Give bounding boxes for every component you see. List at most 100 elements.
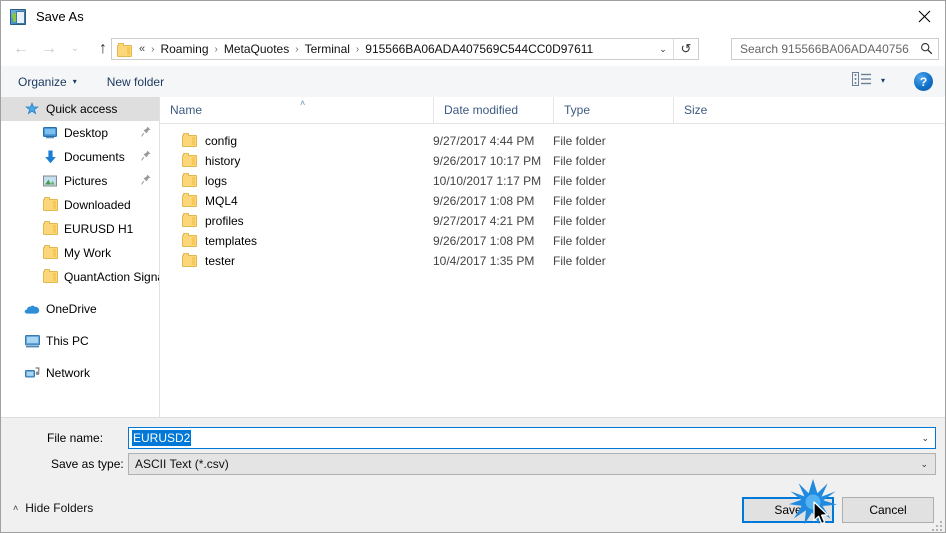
file-date: 9/26/2017 1:08 PM xyxy=(433,234,535,248)
file-date: 10/4/2017 1:35 PM xyxy=(433,254,535,268)
pin-icon[interactable] xyxy=(141,126,151,140)
file-date: 9/27/2017 4:21 PM xyxy=(433,214,535,228)
sidebar-item-my-work[interactable]: My Work xyxy=(1,241,159,265)
column-header-label: Type xyxy=(564,103,591,117)
hide-folders-button[interactable]: ˄ Hide Folders xyxy=(13,501,93,515)
search-box[interactable] xyxy=(731,38,939,60)
breadcrumb-item-roaming[interactable]: Roaming xyxy=(158,42,210,56)
sidebar-item-eurusd-h1[interactable]: EURUSD H1 xyxy=(1,217,159,241)
column-header-type[interactable]: Type xyxy=(553,97,673,123)
pin-icon[interactable] xyxy=(141,174,151,188)
table-row[interactable]: config 9/27/2017 4:44 PM File folder xyxy=(160,131,945,151)
table-row[interactable]: history 9/26/2017 10:17 PM File folder xyxy=(160,151,945,171)
sidebar-item-label: Network xyxy=(46,366,91,380)
app-icon xyxy=(10,8,26,25)
column-header-name[interactable]: Name xyxy=(160,97,433,123)
table-row[interactable]: MQL4 9/26/2017 1:08 PM File folder xyxy=(160,191,945,211)
breadcrumb-item-guid[interactable]: 915566BA06ADA407569C544CC0D97611 xyxy=(363,42,595,56)
sidebar-item-label: Desktop xyxy=(64,126,109,140)
sidebar-item-downloaded[interactable]: Downloaded xyxy=(1,193,159,217)
breadcrumb-lead[interactable]: « xyxy=(137,43,147,55)
sidebar-item-documents[interactable]: Documents xyxy=(1,145,159,169)
close-icon[interactable] xyxy=(901,1,945,32)
breadcrumb-item-terminal[interactable]: Terminal xyxy=(303,42,352,56)
save-as-type-label: Save as type: xyxy=(51,457,124,471)
table-row[interactable]: tester 10/4/2017 1:35 PM File folder xyxy=(160,251,945,271)
file-date: 10/10/2017 1:17 PM xyxy=(433,174,542,188)
folder-icon xyxy=(41,197,59,211)
file-name: profiles xyxy=(205,214,244,228)
chevron-down-icon[interactable]: ⌄ xyxy=(654,39,672,59)
file-name-cell: templates xyxy=(182,233,257,248)
refresh-icon[interactable]: ↺ xyxy=(673,39,698,59)
pictures-icon xyxy=(41,175,59,187)
sidebar-item-network[interactable]: Network xyxy=(1,361,159,385)
chevron-down-icon: ▾ xyxy=(72,77,77,86)
file-list: Name ˄ Date modified Type Size config 9/… xyxy=(160,97,945,417)
file-type: File folder xyxy=(553,254,606,268)
folder-icon xyxy=(182,253,197,267)
column-header-size[interactable]: Size xyxy=(673,97,753,123)
folder-icon xyxy=(41,269,59,283)
file-name-cell: config xyxy=(182,133,237,148)
sidebar-item-desktop[interactable]: Desktop xyxy=(1,121,159,145)
window-title: Save As xyxy=(36,9,84,24)
dialog-footer: ˄ Hide Folders Save Cancel xyxy=(1,489,945,532)
folder-icon xyxy=(182,233,197,247)
desktop-icon xyxy=(41,127,59,139)
cloud-icon xyxy=(23,304,41,315)
recent-locations-icon[interactable]: ⌄ xyxy=(63,37,87,61)
forward-icon[interactable]: → xyxy=(37,37,61,61)
back-icon[interactable]: ← xyxy=(9,37,33,61)
chevron-down-icon: ▾ xyxy=(880,76,885,85)
folder-icon xyxy=(182,193,197,207)
sidebar-item-label: Downloaded xyxy=(64,198,131,212)
help-button[interactable]: ? xyxy=(914,72,933,91)
file-date: 9/26/2017 1:08 PM xyxy=(433,194,535,208)
folder-icon xyxy=(182,133,197,147)
sidebar-item-label: QuantAction Signal xyxy=(64,270,159,284)
sidebar-item-label: My Work xyxy=(64,246,112,260)
sidebar-item-quick-access[interactable]: Quick access xyxy=(1,97,159,121)
file-name-input[interactable]: EURUSD2 ⌄ xyxy=(128,427,936,449)
title-bar: Save As xyxy=(1,1,945,32)
address-bar[interactable]: « › Roaming › MetaQuotes › Terminal › 91… xyxy=(111,38,699,60)
file-name: logs xyxy=(205,174,228,188)
breadcrumb-item-metaquotes[interactable]: MetaQuotes xyxy=(222,42,291,56)
star-pin-icon xyxy=(23,102,41,116)
sidebar-item-onedrive[interactable]: OneDrive xyxy=(1,297,159,321)
hide-folders-label: Hide Folders xyxy=(25,501,94,515)
organize-button[interactable]: Organize ▾ xyxy=(11,72,84,92)
sidebar-item-pictures[interactable]: Pictures xyxy=(1,169,159,193)
save-as-type-select[interactable]: ASCII Text (*.csv) ⌄ xyxy=(128,453,936,475)
column-header-row: Name ˄ Date modified Type Size xyxy=(160,97,945,124)
content-area: Quick access Desktop Documents Pictures … xyxy=(1,97,945,417)
sidebar-item-label: EURUSD H1 xyxy=(64,222,134,236)
table-row[interactable]: profiles 9/27/2017 4:21 PM File folder xyxy=(160,211,945,231)
table-row[interactable]: logs 10/10/2017 1:17 PM File folder xyxy=(160,171,945,191)
folder-icon xyxy=(41,245,59,259)
sidebar-item-label: Pictures xyxy=(64,174,108,188)
pin-icon[interactable] xyxy=(141,150,151,164)
file-name-cell: logs xyxy=(182,173,228,188)
sidebar-item-quantaction-signal[interactable]: QuantAction Signal xyxy=(1,265,159,289)
column-header-date-modified[interactable]: Date modified xyxy=(433,97,553,123)
sidebar-item-this-pc[interactable]: This PC xyxy=(1,329,159,353)
change-view-button[interactable]: ▾ xyxy=(851,72,885,89)
toolbar: Organize ▾ New folder ▾ ? xyxy=(1,66,945,98)
save-button[interactable]: Save xyxy=(742,497,834,523)
organize-label: Organize xyxy=(18,74,67,89)
resize-grip[interactable] xyxy=(932,519,944,531)
file-type: File folder xyxy=(553,194,606,208)
search-input[interactable] xyxy=(738,41,912,57)
cancel-button[interactable]: Cancel xyxy=(842,497,934,523)
new-folder-button[interactable]: New folder xyxy=(100,72,171,92)
file-type: File folder xyxy=(553,174,606,188)
chevron-down-icon[interactable]: ⌄ xyxy=(920,459,928,470)
table-row[interactable]: templates 9/26/2017 1:08 PM File folder xyxy=(160,231,945,251)
chevron-down-icon[interactable]: ⌄ xyxy=(921,433,929,444)
breadcrumb-separator: › xyxy=(295,43,299,55)
sidebar-item-label: This PC xyxy=(46,334,89,348)
column-header-label: Date modified xyxy=(444,103,519,117)
search-icon[interactable] xyxy=(920,42,933,58)
